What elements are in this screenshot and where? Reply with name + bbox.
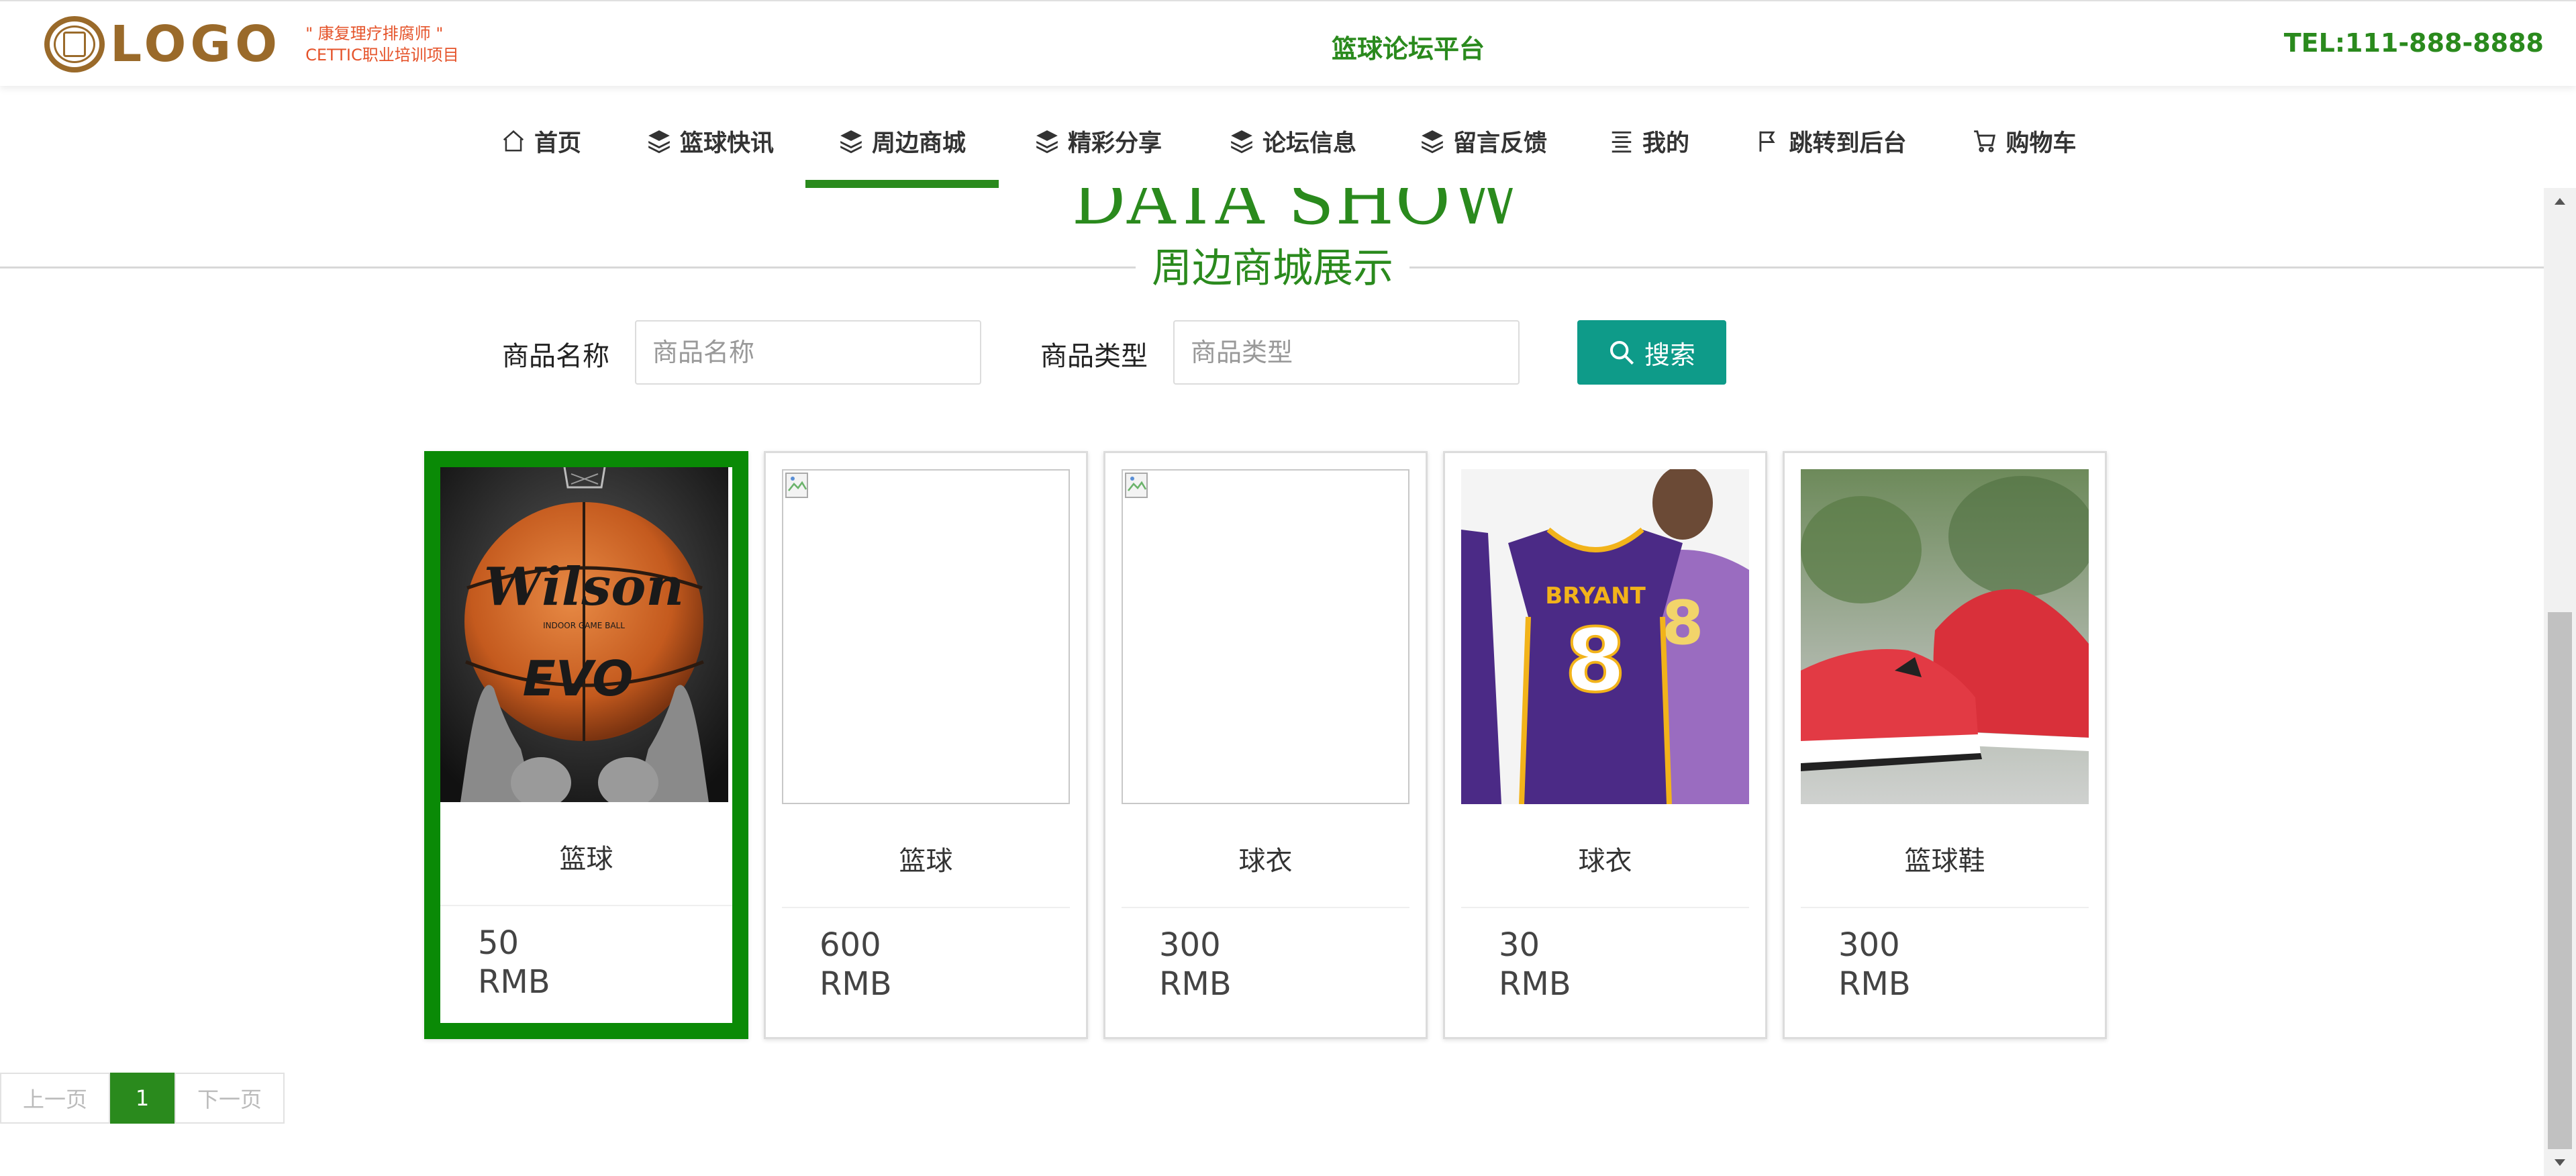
layers-icon [1231,130,1252,154]
nav-item-label: 购物车 [2005,130,2077,157]
flag-icon [1759,131,1776,152]
nav-item-cart[interactable]: 购物车 [1971,94,2078,188]
scrollbar-thumb[interactable] [2548,612,2572,1149]
card-divider [440,905,732,906]
page-1-button[interactable]: 1 [110,1073,175,1124]
nav-item-admin[interactable]: 跳转到后台 [1754,94,1908,188]
product-type-label: 商品类型 [1040,341,1148,372]
search-button-label: 搜索 [1644,340,1695,370]
price-value: 300 [1159,926,1221,964]
svg-text:Wilson: Wilson [484,556,684,618]
prev-page-button[interactable]: 上一页 [0,1073,110,1124]
product-card[interactable]: 篮球鞋 300 RMB [1783,451,2107,1039]
site-header: LOGO " 康复理疗排腐师 " CETTIC职业培训项目 篮球论坛平台 TEL… [0,0,2576,86]
nav-item-label: 论坛信息 [1262,130,1356,157]
svg-text:INDOOR GAME BALL: INDOOR GAME BALL [543,621,625,630]
scroll-up-arrow-icon[interactable] [2544,188,2576,215]
price-currency: RMB [820,965,892,1003]
main-nav: 首页 篮球快讯 周边商城 精彩分享 论坛信息 留言反馈 我的 跳转到后台 购物车 [0,94,2544,188]
nav-item-forum[interactable]: 论坛信息 [1223,94,1363,188]
nav-item-home[interactable]: 首页 [493,94,589,188]
layers-icon [648,130,670,154]
nav-item-label: 精彩分享 [1067,130,1162,157]
price-value: 600 [820,926,881,964]
product-price: 300 RMB [1838,926,1911,1003]
layers-icon [1036,130,1058,154]
nav-item-mine[interactable]: 我的 [1607,94,1691,188]
pagination: 上一页 1 下一页 [0,1073,285,1124]
product-type-input[interactable] [1173,320,1520,385]
product-price: 50 RMB [478,924,550,1001]
search-button[interactable]: 搜索 [1577,320,1726,385]
product-name: 篮球鞋 [1904,846,1985,877]
product-name: 球衣 [1578,846,1632,877]
product-card[interactable]: Wilson INDOOR GAME BALL EVO 篮球 50 RMB [424,451,748,1039]
svg-text:8: 8 [1565,609,1626,712]
nav-item-label: 篮球快讯 [679,130,774,157]
price-currency: RMB [478,963,550,1001]
product-name: 球衣 [1238,846,1293,877]
product-card[interactable]: 8 BRYANT 8 球衣 30 RMB [1443,451,1767,1039]
basketball-photo: Wilson INDOOR GAME BALL EVO [440,467,728,802]
price-currency: RMB [1499,965,1571,1003]
layers-icon [840,130,862,154]
section-title-cn: 周边商城展示 [1136,242,1409,295]
site-title: 篮球论坛平台 [1332,34,1485,64]
nav-item-feedback[interactable]: 留言反馈 [1414,94,1553,188]
jersey-photo: 8 BRYANT 8 [1461,469,1749,804]
nav-item-highlights[interactable]: 精彩分享 [1028,94,1168,188]
next-page-button[interactable]: 下一页 [175,1073,285,1124]
nav-item-label: 我的 [1642,130,1689,157]
nav-item-label: 周边商城 [871,130,966,157]
price-currency: RMB [1159,965,1232,1003]
nav-item-label: 留言反馈 [1452,130,1547,157]
svg-text:8: 8 [1662,588,1704,658]
product-name: 篮球 [559,844,613,875]
search-icon [1609,340,1634,365]
product-price: 30 RMB [1499,926,1571,1003]
page-scrollbar[interactable] [2544,188,2576,1176]
nav-item-mall[interactable]: 周边商城 [805,94,999,188]
price-value: 30 [1499,926,1540,964]
nav-item-label: 跳转到后台 [1789,130,1907,157]
product-name: 篮球 [899,846,953,877]
broken-image-icon [1122,469,1409,804]
logo-subtitle: " 康复理疗排腐师 " CETTIC职业培训项目 [305,23,459,66]
scroll-down-arrow-icon[interactable] [2544,1149,2576,1176]
list-icon [1612,131,1632,153]
logo[interactable]: LOGO " 康复理疗排腐师 " CETTIC职业培训项目 [44,16,459,72]
logo-text: LOGO [110,15,282,73]
nav-item-basketball-news[interactable]: 篮球快讯 [640,94,780,188]
price-value: 300 [1838,926,1900,964]
product-price: 600 RMB [820,926,892,1003]
price-value: 50 [478,924,519,962]
logo-subtitle-line-1: " 康复理疗排腐师 " [305,24,444,43]
svg-text:EVO: EVO [523,650,634,707]
card-divider [782,907,1070,908]
price-currency: RMB [1838,965,1911,1003]
product-name-label: 商品名称 [502,341,609,372]
logo-seal-icon [44,16,105,72]
shoes-photo [1801,469,2089,804]
card-divider [1122,907,1409,908]
card-divider [1461,907,1749,908]
phone-number: TEL:111-888-8888 [2283,28,2544,58]
broken-image-icon [782,469,1070,804]
svg-text:BRYANT: BRYANT [1545,583,1646,609]
cart-icon [1974,130,1996,152]
product-card[interactable]: 篮球 600 RMB [764,451,1088,1039]
product-name-input[interactable] [635,320,981,385]
nav-item-label: 首页 [534,130,581,157]
card-divider [1801,907,2089,908]
layers-icon [1422,130,1443,154]
product-card[interactable]: 球衣 300 RMB [1103,451,1428,1039]
logo-subtitle-line-2: CETTIC职业培训项目 [305,46,459,64]
home-icon [503,130,524,152]
product-price: 300 RMB [1159,926,1232,1003]
